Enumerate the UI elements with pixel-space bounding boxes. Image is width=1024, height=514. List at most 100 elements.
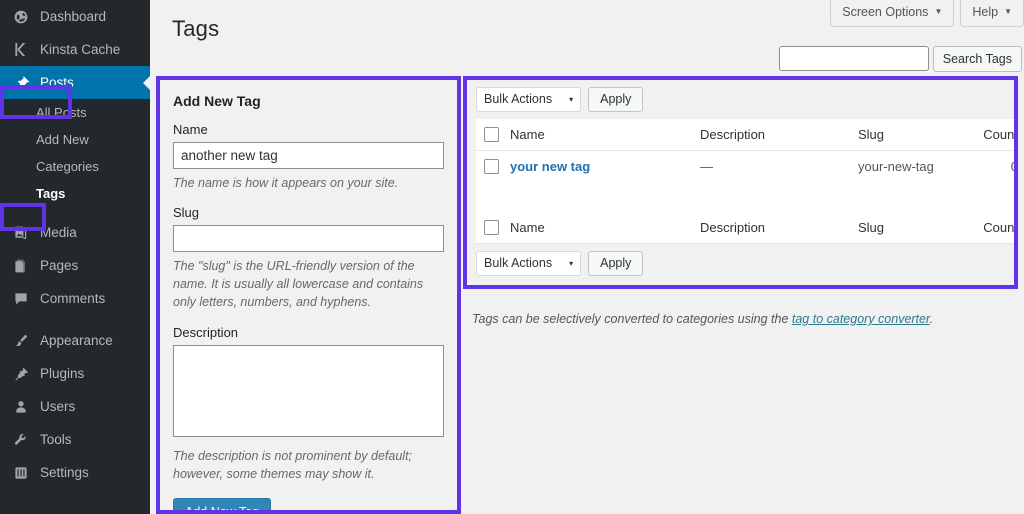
sidebar-item-label: Media xyxy=(40,225,77,240)
table-spacer-row xyxy=(476,182,1018,212)
tags-table: Name Description Slug Count your xyxy=(476,119,1018,244)
table-header-row: Name Description Slug Count xyxy=(476,119,1018,151)
sidebar-item-label: Pages xyxy=(40,258,78,273)
bulk-actions-select-top[interactable]: Bulk Actions ▾ xyxy=(476,87,581,112)
sidebar-item-tools[interactable]: Tools xyxy=(0,423,150,456)
add-new-tag-heading: Add New Tag xyxy=(173,93,444,109)
sidebar-subitem-label: Categories xyxy=(36,159,99,174)
row-count-cell[interactable]: 0 xyxy=(978,151,1018,183)
apply-button-bottom[interactable]: Apply xyxy=(588,251,643,276)
tags-table-body: your new tag — your-new-tag 0 xyxy=(476,151,1018,213)
chevron-down-icon: ▾ xyxy=(569,95,573,104)
row-checkbox[interactable] xyxy=(484,159,499,174)
select-all-checkbox-top[interactable] xyxy=(484,127,499,142)
name-input[interactable] xyxy=(173,142,444,169)
sidebar-item-label: Dashboard xyxy=(40,9,106,24)
add-new-tag-panel: Add New Tag Name The name is how it appe… xyxy=(156,76,461,514)
admin-sidebar: Dashboard Kinsta Cache Posts All Posts A… xyxy=(0,0,150,514)
chevron-down-icon: ▼ xyxy=(934,8,942,16)
tools-wrench-icon xyxy=(11,430,31,450)
description-textarea[interactable] xyxy=(173,345,444,437)
note-text-before: Tags can be selectively converted to cat… xyxy=(472,312,792,326)
row-name-cell: your new tag xyxy=(510,151,700,183)
screen-options-label: Screen Options xyxy=(842,6,928,19)
slug-field-label: Slug xyxy=(173,205,444,220)
row-slug-cell: your-new-tag xyxy=(858,151,978,183)
note-text-after: . xyxy=(930,312,933,326)
screen-options-button[interactable]: Screen Options ▼ xyxy=(830,0,954,27)
column-header-name[interactable]: Name xyxy=(510,119,700,151)
column-footer-description[interactable]: Description xyxy=(700,212,858,244)
wp-admin-screen: Dashboard Kinsta Cache Posts All Posts A… xyxy=(0,0,1024,514)
chevron-down-icon: ▾ xyxy=(569,259,573,268)
column-footer-count[interactable]: Count xyxy=(978,212,1018,244)
sidebar-item-label: Posts xyxy=(40,75,74,90)
bulk-actions-label: Bulk Actions xyxy=(484,92,552,106)
row-select-cell xyxy=(476,151,510,183)
sidebar-subitem-label: Add New xyxy=(36,132,89,147)
search-input[interactable] xyxy=(779,46,929,71)
help-label: Help xyxy=(972,6,998,19)
sidebar-subitem-label: All Posts xyxy=(36,105,87,120)
bulk-actions-toolbar-bottom: Bulk Actions ▾ Apply xyxy=(476,251,1005,276)
sidebar-item-users[interactable]: Users xyxy=(0,390,150,423)
select-all-checkbox-bottom[interactable] xyxy=(484,220,499,235)
sidebar-item-media[interactable]: Media xyxy=(0,216,150,249)
select-all-header xyxy=(476,119,510,151)
settings-sliders-icon xyxy=(11,463,31,483)
sidebar-divider xyxy=(0,315,150,324)
tag-name-link[interactable]: your new tag xyxy=(510,159,590,174)
sidebar-item-appearance[interactable]: Appearance xyxy=(0,324,150,357)
bulk-actions-toolbar-top: Bulk Actions ▾ Apply xyxy=(476,87,1005,112)
screen-meta-links: Screen Options ▼ Help ▼ xyxy=(830,0,1024,27)
search-tags-button[interactable]: Search Tags xyxy=(933,46,1022,72)
sidebar-item-label: Users xyxy=(40,399,75,414)
tags-table-foot: Name Description Slug Count xyxy=(476,212,1018,244)
sidebar-divider xyxy=(0,207,150,216)
table-row[interactable]: your new tag — your-new-tag 0 xyxy=(476,151,1018,183)
add-new-tag-submit-button[interactable]: Add New Tag xyxy=(173,498,271,510)
sidebar-item-label: Settings xyxy=(40,465,89,480)
pin-icon xyxy=(11,73,31,93)
sidebar-item-label: Kinsta Cache xyxy=(40,42,120,57)
page-title: Tags xyxy=(172,16,219,42)
select-all-footer xyxy=(476,212,510,244)
column-footer-name[interactable]: Name xyxy=(510,212,700,244)
sidebar-item-dashboard[interactable]: Dashboard xyxy=(0,0,150,33)
sidebar-item-posts[interactable]: Posts xyxy=(0,66,150,99)
sidebar-item-settings[interactable]: Settings xyxy=(0,456,150,489)
name-field-help: The name is how it appears on your site. xyxy=(173,174,444,192)
sidebar-item-plugins[interactable]: Plugins xyxy=(0,357,150,390)
comments-icon xyxy=(11,289,31,309)
sidebar-item-kinsta-cache[interactable]: Kinsta Cache xyxy=(0,33,150,66)
sidebar-item-label: Tools xyxy=(40,432,72,447)
tag-to-category-converter-link[interactable]: tag to category converter xyxy=(792,312,930,326)
column-header-description[interactable]: Description xyxy=(700,119,858,151)
table-spacer-cell xyxy=(476,182,1018,212)
admin-content: Screen Options ▼ Help ▼ Tags Search Tags… xyxy=(150,0,1024,514)
media-icon xyxy=(11,223,31,243)
sidebar-item-label: Appearance xyxy=(40,333,113,348)
sidebar-item-tags[interactable]: Tags xyxy=(0,180,150,207)
apply-button-top[interactable]: Apply xyxy=(588,87,643,112)
slug-input[interactable] xyxy=(173,225,444,252)
sidebar-item-all-posts[interactable]: All Posts xyxy=(0,99,150,126)
sidebar-item-add-new-post[interactable]: Add New xyxy=(0,126,150,153)
help-button[interactable]: Help ▼ xyxy=(960,0,1024,27)
pages-icon xyxy=(11,256,31,276)
sidebar-item-pages[interactable]: Pages xyxy=(0,249,150,282)
sidebar-item-categories[interactable]: Categories xyxy=(0,153,150,180)
appearance-brush-icon xyxy=(11,331,31,351)
bulk-actions-select-bottom[interactable]: Bulk Actions ▾ xyxy=(476,251,581,276)
search-form: Search Tags xyxy=(779,46,1022,72)
description-field-help: The description is not prominent by defa… xyxy=(173,447,444,483)
table-footer-row: Name Description Slug Count xyxy=(476,212,1018,244)
name-field-label: Name xyxy=(173,122,444,137)
column-header-count[interactable]: Count xyxy=(978,119,1018,151)
users-icon xyxy=(11,397,31,417)
sidebar-item-label: Comments xyxy=(40,291,105,306)
column-footer-slug[interactable]: Slug xyxy=(858,212,978,244)
column-header-slug[interactable]: Slug xyxy=(858,119,978,151)
sidebar-item-comments[interactable]: Comments xyxy=(0,282,150,315)
slug-field-help: The "slug" is the URL-friendly version o… xyxy=(173,257,444,311)
